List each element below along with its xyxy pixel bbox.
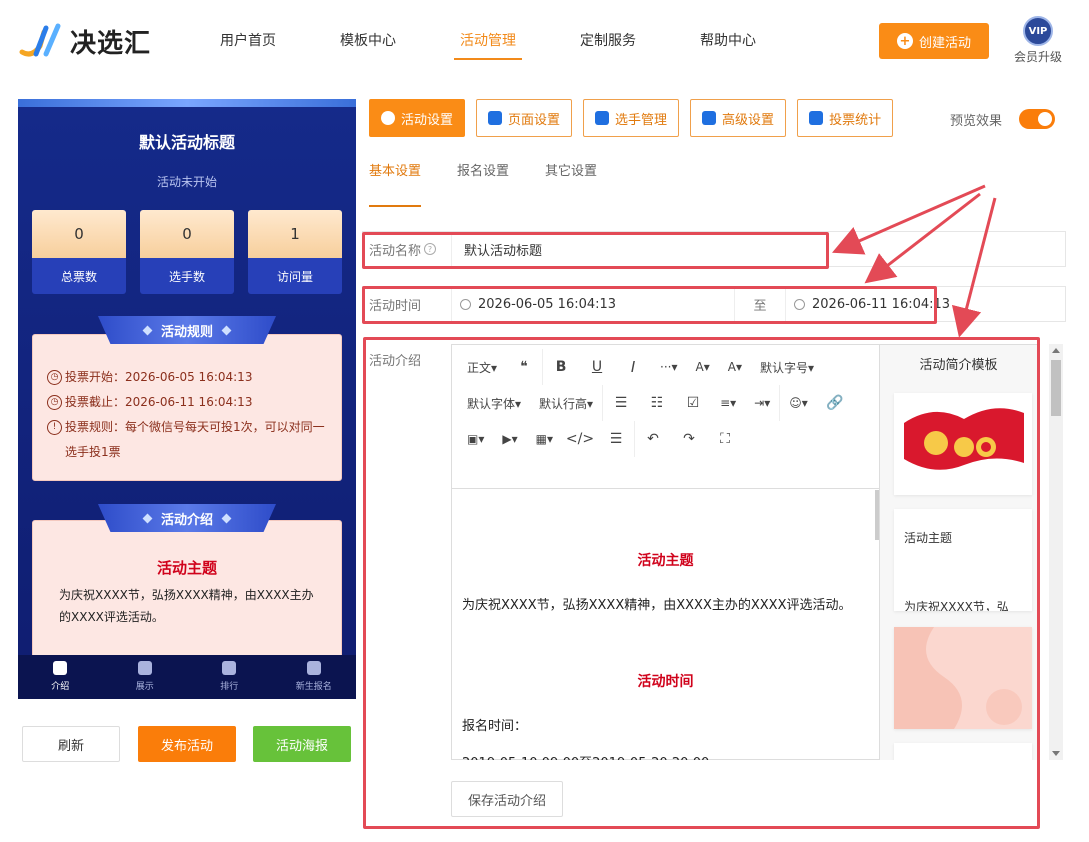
settings-tabs: 活动设置 页面设置 选手管理 高级设置 投票统计 (369, 99, 904, 137)
stat-value: 1 (248, 210, 342, 258)
tab-label: 高级设置 (722, 112, 775, 128)
diamond-icon (142, 325, 153, 335)
info-icon: ! (47, 420, 62, 435)
users-icon (595, 111, 610, 125)
preview-top-strip (18, 99, 356, 107)
intro-banner: 活动介绍 (98, 504, 276, 532)
rule-end-text: 投票截止：2026-06-11 16:04:13 (65, 395, 253, 409)
tab-label: 选手管理 (615, 112, 668, 128)
star-icon (381, 111, 395, 125)
intro-text: 为庆祝XXXX节，弘扬XXXX精神，由XXXX主办的XXXX评选活动。 (59, 588, 314, 624)
tab-page-settings[interactable]: 页面设置 (476, 99, 573, 137)
preview-tabbar: 介绍 展示 排行 新生报名 (18, 655, 356, 699)
stat-visits: 1 访问量 (248, 210, 342, 294)
shield-icon (137, 661, 152, 675)
hourglass-icon (53, 661, 68, 675)
stat-total-votes: 0 总票数 (32, 210, 126, 294)
rules-banner: 活动规则 (98, 316, 276, 344)
intro-banner-label: 活动介绍 (160, 512, 213, 528)
nav-home[interactable]: 用户首页 (188, 0, 308, 84)
highlight-box-time (362, 286, 937, 324)
diamond-icon (221, 325, 232, 335)
subtab-other[interactable]: 其它设置 (545, 160, 597, 207)
nav-activity-management[interactable]: 活动管理 (428, 0, 548, 84)
nav-custom-service[interactable]: 定制服务 (548, 0, 668, 84)
tab-label: 展示 (135, 682, 154, 692)
preview-stats: 0 总票数 0 选手数 1 访问量 (32, 210, 342, 294)
brand-name: 决选汇 (70, 28, 152, 59)
tab-contestant-management[interactable]: 选手管理 (583, 99, 680, 137)
intro-title: 活动主题 (156, 559, 217, 577)
vip-upgrade[interactable]: VIP 会员升级 (1010, 16, 1066, 65)
poster-button[interactable]: 活动海报 (253, 726, 351, 762)
tab-label: 排行 (220, 682, 239, 692)
refresh-button[interactable]: 刷新 (22, 726, 120, 762)
scrollbar-thumb[interactable] (1051, 360, 1061, 416)
tab-vote-stats[interactable]: 投票统计 (797, 99, 894, 137)
tab-activity-settings[interactable]: 活动设置 (369, 99, 466, 137)
create-activity-label: 创建活动 (918, 35, 971, 51)
bar-chart-icon (809, 111, 824, 125)
rules-card: ◷ 投票开始：2026-06-05 16:04:13 ◷ 投票截止：2026-06-… (32, 334, 342, 481)
stat-contestants: 0 选手数 (140, 210, 234, 294)
top-header: 决选汇 用户首页 模板中心 活动管理 定制服务 帮助中心 + 创建活动 VIP … (0, 0, 1089, 84)
nav-help[interactable]: 帮助中心 (668, 0, 788, 84)
logo-icon (19, 23, 61, 57)
stat-label: 访问量 (248, 258, 342, 294)
tab-intro[interactable]: 介绍 (18, 655, 103, 699)
preview-status: 活动未开始 (156, 175, 217, 189)
rules-banner-label: 活动规则 (160, 324, 213, 340)
scroll-down-icon[interactable] (1052, 751, 1060, 756)
stat-label: 选手数 (140, 258, 234, 294)
tab-label: 投票统计 (829, 112, 882, 128)
sub-tabs: 基本设置 报名设置 其它设置 (369, 160, 633, 207)
plus-icon: + (896, 33, 913, 49)
intro-card: 活动主题 为庆祝XXXX节，弘扬XXXX精神，由XXXX主办的XXXX评选活动。 (32, 520, 342, 660)
preview-toggle[interactable] (1019, 109, 1055, 129)
sliders-icon (702, 111, 717, 125)
medal-icon (222, 661, 237, 675)
tab-ranking[interactable]: 排行 (187, 655, 272, 699)
nav-templates[interactable]: 模板中心 (308, 0, 428, 84)
gear-icon (488, 111, 503, 125)
rule-start-text: 投票开始：2026-06-05 16:04:13 (65, 370, 253, 384)
tab-register[interactable]: 新生报名 (272, 655, 357, 699)
vip-upgrade-label: 会员升级 (1013, 50, 1062, 64)
rule-end: ◷ 投票截止：2026-06-11 16:04:13 (47, 390, 327, 415)
subtab-registration[interactable]: 报名设置 (457, 160, 509, 207)
tab-advanced-settings[interactable]: 高级设置 (690, 99, 787, 137)
main-nav: 用户首页 模板中心 活动管理 定制服务 帮助中心 (188, 0, 788, 84)
tab-showcase[interactable]: 展示 (103, 655, 188, 699)
highlight-box-intro (363, 337, 1040, 829)
mobile-preview: 默认活动标题 活动未开始 0 总票数 0 选手数 1 访问量 ◷ 投票开始：202… (18, 99, 356, 699)
page-scrollbar[interactable] (1049, 344, 1063, 760)
rule-policy-text: 投票规则：每个微信号每天可投1次，可以对同一选手投1票 (65, 420, 325, 459)
clock-icon: ◷ (47, 370, 62, 385)
publish-button[interactable]: 发布活动 (138, 726, 236, 762)
vip-badge-icon: VIP (1023, 16, 1053, 46)
subtab-basic[interactable]: 基本设置 (369, 160, 422, 207)
brand-logo[interactable]: 决选汇 (18, 22, 151, 60)
preview-title: 默认活动标题 (138, 133, 235, 152)
clock-icon: ◷ (47, 395, 62, 410)
tab-label: 新生报名 (295, 682, 332, 692)
stat-value: 0 (32, 210, 126, 258)
stat-label: 总票数 (32, 258, 126, 294)
rule-policy: ! 投票规则：每个微信号每天可投1次，可以对同一选手投1票 (47, 415, 327, 465)
tab-label: 介绍 (51, 682, 70, 692)
rule-start: ◷ 投票开始：2026-06-05 16:04:13 (47, 365, 327, 390)
diamond-icon (142, 513, 153, 523)
tab-label: 活动设置 (401, 112, 454, 128)
diamond-icon (221, 513, 232, 523)
scroll-up-icon[interactable] (1052, 348, 1060, 353)
user-icon (306, 661, 321, 675)
preview-toggle-label: 预览效果 (950, 114, 1003, 129)
create-activity-button[interactable]: + 创建活动 (879, 23, 989, 59)
tab-label: 页面设置 (508, 112, 561, 128)
highlight-box-name (362, 232, 829, 269)
stat-value: 0 (140, 210, 234, 258)
